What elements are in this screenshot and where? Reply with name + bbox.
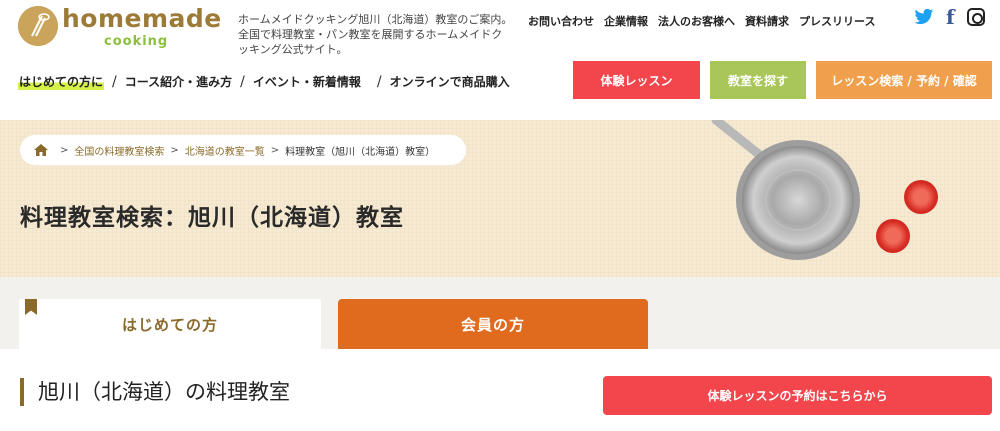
facebook-icon[interactable]: f — [946, 7, 955, 27]
main-nav: はじめての方に / コース紹介・進み方 / イベント・新着情報 / オンラインで… — [18, 73, 510, 90]
nav-courses[interactable]: コース紹介・進み方 — [125, 73, 232, 90]
page-title: 料理教室検索：旭川（北海道）教室 — [20, 205, 404, 231]
chevron-right-icon: > — [270, 144, 280, 156]
tomato-slice-image — [904, 180, 938, 214]
corporate-link[interactable]: 法人のお客様へ — [658, 13, 735, 29]
chevron-right-icon: > — [60, 144, 69, 156]
find-class-button[interactable]: 教室を探す — [710, 61, 806, 99]
breadcrumb: > 全国の料理教室検索 > 北海道の教室一覧 > 料理教室（旭川（北海道）教室） — [20, 135, 466, 165]
site-tagline: ホームメイドクッキング旭川（北海道）教室のご案内。全国で料理教室・パン教室を展開… — [238, 13, 513, 56]
nav-separator: / — [376, 73, 382, 90]
trial-lesson-button[interactable]: 体験レッスン — [573, 61, 700, 99]
top-links: お問い合わせ 企業情報 法人のお客様へ 資料請求 プレスリリース — [528, 13, 875, 29]
site-header: homemade cooking ホームメイドクッキング旭川（北海道）教室のご案… — [0, 0, 1000, 120]
social-links: f — [914, 7, 985, 27]
press-link[interactable]: プレスリリース — [799, 13, 875, 29]
tab-first-visit[interactable]: はじめての方 — [19, 299, 321, 349]
home-icon[interactable] — [34, 144, 48, 156]
chevron-right-icon: > — [170, 144, 179, 156]
trial-booking-button[interactable]: 体験レッスンの予約はこちらから — [603, 376, 992, 415]
contact-link[interactable]: お問い合わせ — [528, 13, 594, 29]
section-title: 旭川（北海道）の料理教室 — [20, 378, 290, 406]
breadcrumb-current: 料理教室（旭川（北海道）教室） — [285, 146, 436, 158]
breadcrumb-link-nationwide[interactable]: 全国の料理教室検索 — [74, 143, 164, 158]
nav-separator: / — [112, 73, 117, 90]
company-link[interactable]: 企業情報 — [604, 13, 648, 29]
logo[interactable]: homemade cooking — [18, 4, 228, 49]
nav-first-visit[interactable]: はじめての方に — [18, 73, 105, 90]
logo-whisk-icon — [18, 6, 58, 46]
instagram-icon[interactable] — [966, 8, 985, 26]
brochure-link[interactable]: 資料請求 — [745, 13, 789, 29]
breadcrumb-link-hokkaido[interactable]: 北海道の教室一覧 — [185, 143, 265, 158]
tab-members[interactable]: 会員の方 — [338, 299, 648, 349]
tab-first-visit-label: はじめての方 — [121, 315, 218, 334]
tomato-slice-image — [876, 219, 910, 253]
nav-separator: / — [240, 73, 245, 90]
nav-events[interactable]: イベント・新着情報 — [253, 73, 361, 90]
twitter-icon[interactable] — [914, 8, 934, 26]
nav-online-shop[interactable]: オンラインで商品購入 — [390, 73, 510, 90]
lesson-search-button[interactable]: レッスン検索 / 予約 / 確認 — [816, 61, 992, 99]
logo-text: homemade — [62, 4, 222, 33]
frying-pan-image — [711, 120, 860, 260]
bookmark-icon — [25, 299, 37, 315]
logo-subtext: cooking — [104, 34, 169, 49]
tab-bar: はじめての方 会員の方 — [0, 277, 1000, 349]
